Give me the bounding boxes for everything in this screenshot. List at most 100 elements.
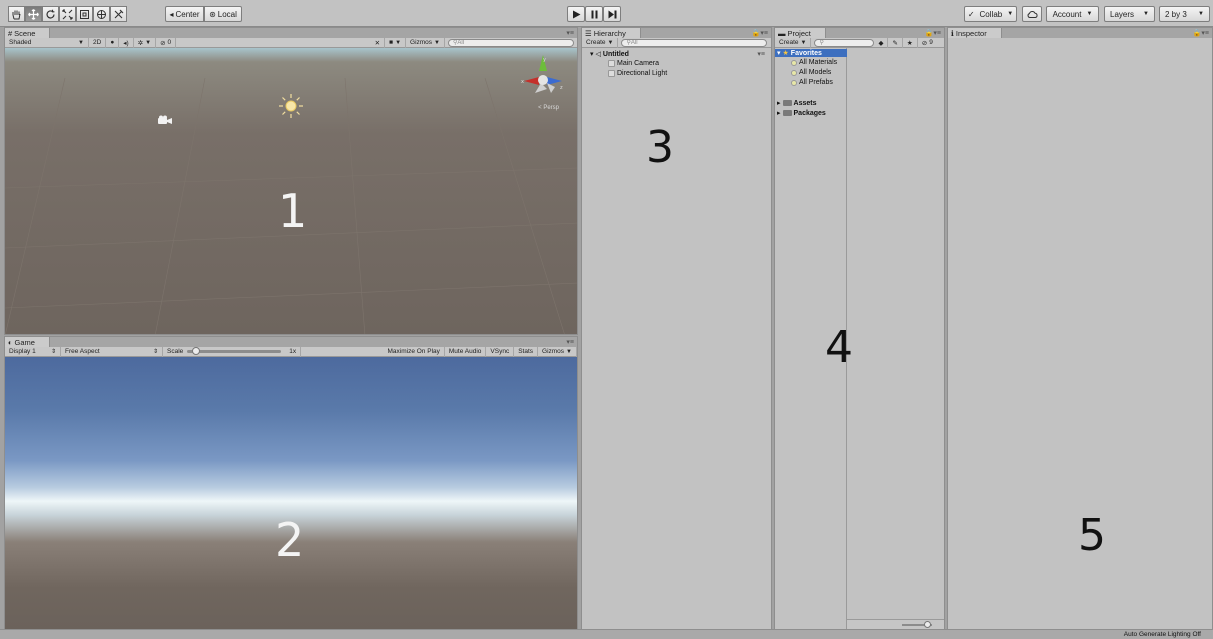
hierarchy-item[interactable]: Directional Light [608, 70, 667, 77]
icon-size-slider-thumb[interactable] [924, 621, 931, 628]
scale-slider-thumb[interactable] [191, 347, 200, 355]
hand-tool-button[interactable] [8, 6, 25, 22]
game-gizmos-dropdown[interactable]: Gizmos ▼ [538, 346, 577, 357]
lighting-toggle[interactable]: ● [106, 37, 120, 48]
chevron-down-icon: ▼ [566, 348, 572, 355]
chevron-down-icon: ▼ [145, 39, 152, 46]
move-tool-button[interactable] [25, 6, 42, 22]
shading-mode-dropdown[interactable]: Shaded ▼ [5, 37, 89, 48]
scene-root-item[interactable]: ▾ ◁ Untitled ▾≡ [590, 50, 765, 59]
directional-light-icon[interactable] [277, 92, 305, 120]
hidden-objects-toggle[interactable]: ⊘ 0 [156, 37, 177, 48]
region-number-5: 5 [1078, 510, 1106, 561]
folder-item[interactable]: ▸ Packages [777, 109, 826, 118]
play-icon [572, 10, 580, 18]
camera-settings-dropdown[interactable]: ■ ▼ [385, 37, 407, 48]
tab-game[interactable]: ◐ Game [5, 337, 50, 347]
star-icon: ★ [906, 39, 913, 47]
scene-viewport[interactable]: x z y < Persp 1 [5, 48, 577, 334]
orientation-gizmo[interactable]: x z y [521, 53, 565, 105]
aspect-dropdown[interactable]: Free Aspect ⇕ [61, 346, 163, 357]
game-viewport[interactable]: 2 [5, 357, 577, 629]
inspector-panel: ℹ Inspector 🔒▾≡ 5 [947, 27, 1213, 630]
layout-dropdown[interactable]: 2 by 3 ▼ [1159, 6, 1210, 22]
status-text: Auto Generate Lighting Off [1123, 631, 1201, 638]
icon-size-slider[interactable] [902, 621, 932, 628]
folder-item[interactable]: ▸ Assets [777, 99, 816, 108]
stats-toggle[interactable]: Stats [514, 346, 539, 357]
favorites-item[interactable]: ▾ ★ Favorites [775, 49, 847, 57]
vsync-toggle[interactable]: VSync [486, 346, 515, 357]
speaker-icon: ◂) [123, 39, 129, 47]
account-dropdown[interactable]: Account ▼ [1046, 6, 1099, 22]
hierarchy-panel: ☰ Hierarchy 🔒▾≡ Create ▼ ⚲ All ▾ ◁ Untitl… [581, 27, 772, 630]
gizmos-dropdown[interactable]: Gizmos ▼ [406, 37, 445, 48]
transform-icon [97, 9, 106, 19]
mute-audio-toggle[interactable]: Mute Audio [445, 346, 487, 357]
hierarchy-create-dropdown[interactable]: Create ▼ [582, 37, 619, 48]
scale-tool-button[interactable] [59, 6, 76, 22]
camera-icon[interactable] [157, 115, 173, 125]
pivot-center-button[interactable]: ◂ Center [165, 6, 204, 22]
maximize-on-play-toggle[interactable]: Maximize On Play [384, 346, 445, 357]
chevron-down-icon: ▼ [1143, 11, 1149, 17]
collab-dropdown[interactable]: ✓ Collab ▼ [964, 6, 1017, 22]
panel-menu-icon[interactable]: 🔒▾≡ [925, 29, 941, 37]
project-search-input[interactable]: ⚲ [814, 38, 875, 47]
rect-tool-button[interactable] [76, 6, 93, 22]
tab-scene[interactable]: # Scene [5, 28, 51, 38]
favorite-item[interactable]: All Prefabs [791, 79, 833, 86]
scene-search-input[interactable]: ⚲ All [448, 38, 574, 47]
search-by-type-button[interactable]: ◆ [874, 37, 889, 48]
cloud-button[interactable] [1022, 6, 1042, 22]
toggle-2d-button[interactable]: 2D [89, 37, 107, 48]
svg-text:z: z [560, 85, 563, 91]
step-button[interactable] [603, 6, 621, 22]
pause-icon [591, 10, 597, 18]
step-icon [608, 10, 616, 18]
play-button[interactable] [567, 6, 585, 22]
projection-label[interactable]: < Persp [538, 105, 559, 111]
svg-text:y: y [543, 57, 546, 63]
label-filter-icon: ✎ [892, 39, 898, 47]
hierarchy-item[interactable]: Main Camera [608, 60, 659, 67]
panel-menu-icon[interactable]: ▾≡ [566, 29, 574, 37]
hidden-packages-toggle[interactable]: ⊘ 9 [918, 38, 937, 48]
custom-tool-button[interactable] [110, 6, 127, 22]
hierarchy-search-input[interactable]: ⚲ All [621, 38, 768, 47]
favorite-item[interactable]: All Materials [791, 59, 837, 66]
search-by-label-button[interactable]: ✎ [888, 37, 903, 48]
star-icon: ★ [782, 50, 789, 57]
chevron-down-icon: ▼ [607, 39, 614, 46]
tab-project[interactable]: ▬ Project [775, 28, 826, 38]
favorites-toggle[interactable]: ★ [903, 37, 918, 48]
effects-dropdown[interactable]: ✲ ▼ [134, 37, 157, 48]
folder-icon: ▬ [778, 28, 786, 38]
search-icon: ⚲ [819, 40, 824, 46]
pause-button[interactable] [585, 6, 603, 22]
scene-tools-button[interactable]: ✕ [371, 37, 386, 48]
project-controls: Create ▼ ⚲ ◆ ✎ ★ ⊘ 9 [775, 37, 944, 48]
display-dropdown[interactable]: Display 1 ⇕ [5, 346, 61, 357]
project-folder-tree: ▾ ★ Favorites All Materials All Models A… [775, 48, 847, 629]
scene-tabbar: # Scene ▾≡ [5, 28, 577, 38]
rotate-tool-button[interactable] [42, 6, 59, 22]
camera-settings-icon: ■ [389, 39, 394, 46]
panel-menu-icon[interactable]: 🔒▾≡ [1193, 29, 1209, 37]
project-create-dropdown[interactable]: Create ▼ [775, 37, 812, 48]
chevron-down-icon: ▼ [800, 39, 807, 46]
scale-slider[interactable] [187, 347, 282, 355]
layers-dropdown[interactable]: Layers ▼ [1104, 6, 1155, 22]
pivot-local-button[interactable]: ⊛ Local [204, 6, 242, 22]
audio-toggle[interactable]: ◂) [119, 37, 134, 48]
scene-menu-icon[interactable]: ▾≡ [757, 50, 765, 58]
main-toolbar: ◂ Center ⊛ Local ✓ Collab ▼ Account ▼ La… [0, 0, 1213, 27]
project-tabbar: ▬ Project 🔒▾≡ [775, 28, 944, 38]
panel-menu-icon[interactable]: ▾≡ [566, 338, 574, 346]
favorite-item[interactable]: All Models [791, 69, 831, 76]
tab-inspector[interactable]: ℹ Inspector [948, 28, 1002, 38]
rect-icon [80, 9, 89, 19]
tab-hierarchy[interactable]: ☰ Hierarchy [582, 28, 641, 38]
panel-menu-icon[interactable]: 🔒▾≡ [752, 29, 768, 37]
transform-tool-button[interactable] [93, 6, 110, 22]
